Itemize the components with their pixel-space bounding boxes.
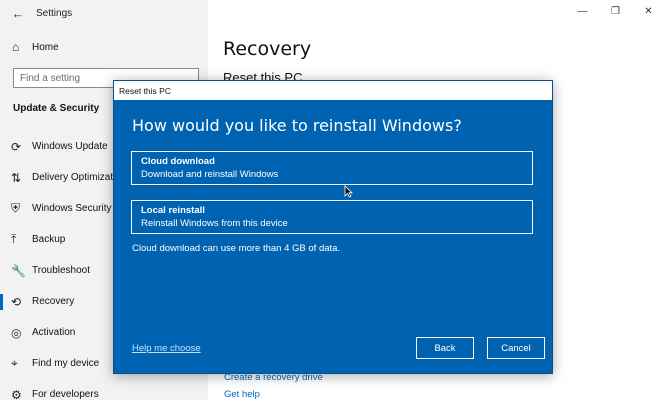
option-title: Local reinstall <box>141 205 205 216</box>
search-placeholder: Find a setting <box>20 72 81 84</box>
close-icon[interactable]: ✕ <box>632 0 665 24</box>
back-arrow-icon[interactable]: ← <box>0 6 36 21</box>
sidebar-item-label: Troubleshoot <box>32 265 90 276</box>
mouse-cursor-icon <box>344 185 353 198</box>
reset-pc-dialog: Reset this PC How would you like to rein… <box>113 80 553 374</box>
backup-icon: ⤒ <box>11 232 17 246</box>
developers-icon: ⚙ <box>11 387 22 400</box>
dialog-heading: How would you like to reinstall Windows? <box>132 116 462 135</box>
home-label: Home <box>32 41 59 53</box>
sidebar-item-label: Find my device <box>32 358 100 369</box>
window-controls: — ❐ ✕ <box>566 0 665 24</box>
option-title: Cloud download <box>141 156 215 167</box>
home-nav-item[interactable]: ⌂ Home <box>12 40 59 54</box>
delivery-icon: ⇅ <box>11 170 22 185</box>
sidebar-item-label: For developers <box>32 389 99 400</box>
sidebar-item-label: Activation <box>32 327 76 338</box>
shield-icon: ⛨ <box>11 201 21 215</box>
page-title: Recovery <box>223 38 312 60</box>
sync-icon: ⟳ <box>11 139 22 154</box>
sidebar-item-label: Windows Update <box>32 141 108 152</box>
titlebar: ← Settings <box>0 0 208 26</box>
back-button[interactable]: Back <box>416 337 474 359</box>
sidebar-item-for-developers[interactable]: ⚙ For developers <box>0 379 208 400</box>
sidebar-item-label: Recovery <box>32 296 75 307</box>
activation-icon: ◎ <box>11 325 22 340</box>
data-usage-note: Cloud download can use more than 4 GB of… <box>132 243 341 254</box>
option-description: Download and reinstall Windows <box>141 169 279 180</box>
help-me-choose-link[interactable]: Help me choose <box>132 343 201 354</box>
maximize-icon[interactable]: ❐ <box>599 0 632 24</box>
option-description: Reinstall Windows from this device <box>141 218 288 229</box>
minimize-icon[interactable]: — <box>566 0 599 24</box>
app-title: Settings <box>36 7 73 19</box>
sidebar-item-label: Backup <box>32 234 66 245</box>
wrench-icon: 🔧 <box>11 263 26 278</box>
section-title: Update & Security <box>13 103 100 114</box>
cancel-button[interactable]: Cancel <box>487 337 545 359</box>
cloud-download-option[interactable]: Cloud download Download and reinstall Wi… <box>131 151 533 185</box>
home-icon: ⌂ <box>12 40 20 54</box>
dialog-title: Reset this PC <box>119 85 171 96</box>
find-device-icon: ⌖ <box>11 356 18 370</box>
dialog-titlebar: Reset this PC <box>114 81 552 100</box>
local-reinstall-option[interactable]: Local reinstall Reinstall Windows from t… <box>131 200 533 234</box>
sidebar-item-label: Windows Security <box>32 203 112 214</box>
get-help-link[interactable]: Get help <box>224 389 260 400</box>
recovery-icon: ⟲ <box>11 294 22 309</box>
